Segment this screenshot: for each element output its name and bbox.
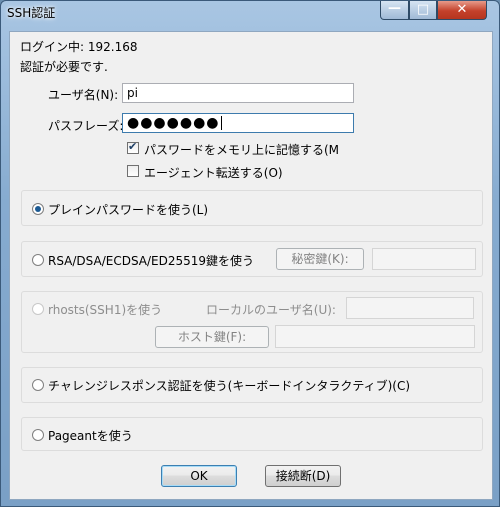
plain-password-group: プレインパスワードを使う(L) xyxy=(21,190,483,226)
rsa-key-label[interactable]: RSA/DSA/ECDSA/ED25519鍵を使う xyxy=(48,252,254,269)
challenge-response-group: チャレンジレスポンス認証を使う(キーボードインタラクティブ)(C) xyxy=(21,367,483,403)
username-label: ユーザ名(N): xyxy=(48,88,119,102)
pageant-radio[interactable] xyxy=(32,429,44,441)
minimize-button[interactable]: — xyxy=(380,1,409,20)
rhosts-label[interactable]: rhosts(SSH1)を使う xyxy=(48,301,162,318)
dialog-body: ログイン中: 192.168 認証が必要です. ユーザ名(N): pi パスフレ… xyxy=(9,31,493,500)
pageant-label[interactable]: Pageantを使う xyxy=(48,427,133,444)
plain-password-label[interactable]: プレインパスワードを使う(L) xyxy=(48,201,208,218)
passphrase-mask: ●●●●●●● xyxy=(127,115,220,131)
passphrase-input[interactable]: ●●●●●●●​ xyxy=(122,113,354,133)
private-key-path-input[interactable] xyxy=(372,248,476,270)
minimize-icon: — xyxy=(388,1,401,16)
challenge-response-label[interactable]: チャレンジレスポンス認証を使う(キーボードインタラクティブ)(C) xyxy=(48,377,410,394)
challenge-response-radio[interactable] xyxy=(32,379,44,391)
window-title: SSH認証 xyxy=(7,6,56,20)
maximize-icon: □ xyxy=(416,2,430,17)
local-username-input[interactable] xyxy=(346,297,474,319)
agent-forward-checkbox[interactable] xyxy=(127,165,139,177)
passphrase-label: パスフレーズ: xyxy=(48,119,124,133)
close-icon: ✕ xyxy=(456,2,468,17)
remember-password-label[interactable]: パスワードをメモリ上に記憶する(M xyxy=(144,141,339,158)
auth-required-text: 認証が必要です. xyxy=(20,60,108,74)
close-button[interactable]: ✕ xyxy=(437,1,487,20)
plain-password-radio[interactable] xyxy=(32,203,44,215)
local-username-label: ローカルのユーザ名(U): xyxy=(206,303,336,317)
disconnect-button[interactable]: 接続断(D) xyxy=(265,465,341,487)
maximize-button[interactable]: □ xyxy=(409,1,437,20)
ok-button[interactable]: OK xyxy=(161,465,237,487)
host-key-button[interactable]: ホスト鍵(F): xyxy=(155,326,269,348)
rsa-key-group: RSA/DSA/ECDSA/ED25519鍵を使う 秘密鍵(K): xyxy=(21,241,483,277)
pageant-group: Pageantを使う xyxy=(21,417,483,451)
rsa-key-radio[interactable] xyxy=(32,254,44,266)
username-input[interactable]: pi xyxy=(122,83,354,103)
rhosts-radio[interactable] xyxy=(32,303,44,315)
check-icon: ✔ xyxy=(128,140,138,153)
host-key-path-input[interactable] xyxy=(275,325,475,348)
login-status-text: ログイン中: 192.168 xyxy=(20,40,138,54)
ssh-auth-dialog: SSH認証 — □ ✕ ログイン中: 192.168 認証が必要です. ユーザ名… xyxy=(0,0,500,507)
private-key-button[interactable]: 秘密鍵(K): xyxy=(276,248,364,270)
remember-password-checkbox[interactable]: ✔ xyxy=(127,140,139,154)
agent-forward-label[interactable]: エージェント転送する(O) xyxy=(144,164,283,181)
title-bar[interactable]: SSH認証 — □ ✕ xyxy=(1,1,499,23)
rhosts-group: rhosts(SSH1)を使う ローカルのユーザ名(U): ホスト鍵(F): xyxy=(21,291,483,353)
text-caret: ​ xyxy=(220,116,222,130)
